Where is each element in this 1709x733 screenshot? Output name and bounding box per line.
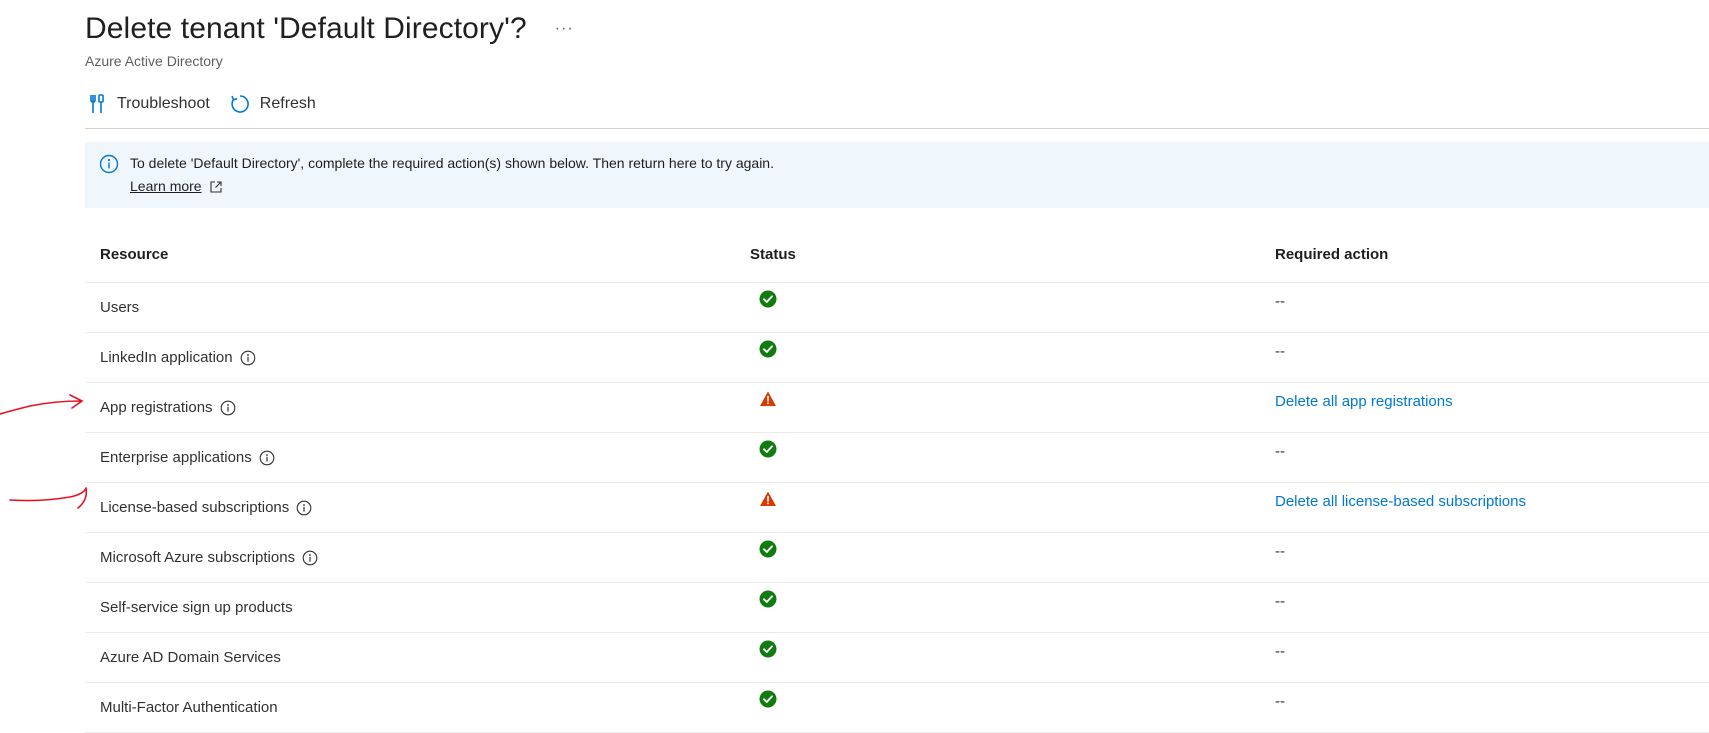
resource-name: Users (100, 299, 140, 316)
resource-name: License-based subscriptions (100, 499, 290, 516)
page-title: Delete tenant 'Default Directory'? (85, 12, 527, 45)
column-header-resource: Resource (100, 246, 169, 263)
required-action-link[interactable]: Delete all license-based subscriptions (1275, 493, 1526, 510)
troubleshoot-label: Troubleshoot (117, 95, 210, 112)
annotation-arrow-license-subscriptions (9, 487, 88, 509)
column-header-required-action: Required action (1275, 246, 1389, 263)
troubleshoot-button[interactable]: Troubleshoot (85, 92, 218, 116)
info-icon[interactable] (220, 400, 236, 416)
refresh-icon (230, 94, 250, 114)
required-action-text: -- (1275, 293, 1285, 310)
more-options-button[interactable]: ··· (555, 20, 574, 38)
refresh-button[interactable]: Refresh (218, 92, 324, 116)
resource-name: App registrations (100, 399, 213, 416)
resource-cell: App registrations (100, 399, 236, 416)
success-check-icon (759, 340, 777, 358)
success-check-icon (759, 290, 777, 308)
required-action-text: -- (1275, 643, 1285, 660)
info-icon[interactable] (259, 450, 275, 466)
info-icon[interactable] (302, 550, 318, 566)
success-check-icon (759, 590, 777, 608)
success-check-icon (759, 540, 777, 558)
resource-cell: Azure AD Domain Services (100, 649, 281, 666)
required-action-text: -- (1275, 543, 1285, 560)
annotation-arrow-app-registrations (0, 394, 84, 415)
success-check-icon (759, 690, 777, 708)
required-action-link[interactable]: Delete all app registrations (1275, 393, 1453, 410)
table-row: Multi-Factor Authentication -- (85, 683, 1709, 733)
required-action-text: -- (1275, 593, 1285, 610)
table-row: License-based subscriptions Delete all li… (85, 483, 1709, 533)
resource-cell: License-based subscriptions (100, 499, 312, 516)
table-body: Users -- LinkedIn application -- App registr… (85, 283, 1709, 733)
resource-cell: LinkedIn application (100, 349, 256, 366)
info-icon (99, 154, 119, 174)
resource-name: LinkedIn application (100, 349, 233, 366)
table-row: Enterprise applications -- (85, 433, 1709, 483)
warning-triangle-icon (759, 390, 777, 408)
required-action-text: -- (1275, 343, 1285, 360)
table-row: Self-service sign up products -- (85, 583, 1709, 633)
success-check-icon (759, 640, 777, 658)
resource-cell: Multi-Factor Authentication (100, 699, 278, 716)
table-row: LinkedIn application -- (85, 333, 1709, 383)
table-row: Azure AD Domain Services -- (85, 633, 1709, 683)
required-action-text: -- (1275, 693, 1285, 710)
table-row: Users -- (85, 283, 1709, 333)
info-icon[interactable] (296, 500, 312, 516)
column-header-status: Status (750, 246, 796, 263)
refresh-label: Refresh (259, 95, 316, 112)
resource-name: Enterprise applications (100, 449, 252, 466)
resource-name: Self-service sign up products (100, 599, 293, 616)
info-icon[interactable] (240, 350, 256, 366)
troubleshoot-icon (89, 94, 107, 114)
table-row: App registrations Delete all app registra… (85, 383, 1709, 433)
resource-name: Microsoft Azure subscriptions (100, 549, 296, 566)
learn-more-label: Learn more (130, 178, 202, 194)
table-row: Microsoft Azure subscriptions -- (85, 533, 1709, 583)
resource-cell: Users (100, 299, 139, 316)
title-row: Delete tenant 'Default Directory'? ··· (85, 12, 574, 46)
warning-triangle-icon (759, 490, 777, 508)
resource-cell: Microsoft Azure subscriptions (100, 549, 318, 566)
learn-more-link[interactable]: Learn more (130, 178, 222, 194)
command-bar: Troubleshoot Refresh (85, 92, 1709, 129)
info-banner: To delete 'Default Directory', complete … (85, 142, 1709, 208)
success-check-icon (759, 440, 777, 458)
external-link-icon (210, 180, 222, 193)
resource-table: Resource Status Required action Users -- L… (85, 232, 1709, 733)
table-header: Resource Status Required action (85, 232, 1709, 283)
banner-message: To delete 'Default Directory', complete … (130, 155, 774, 171)
required-action-text: -- (1275, 443, 1285, 460)
page-subtitle: Azure Active Directory (85, 53, 223, 69)
resource-cell: Enterprise applications (100, 449, 275, 466)
resource-cell: Self-service sign up products (100, 599, 293, 616)
resource-name: Multi-Factor Authentication (100, 699, 278, 716)
resource-name: Azure AD Domain Services (100, 649, 281, 666)
